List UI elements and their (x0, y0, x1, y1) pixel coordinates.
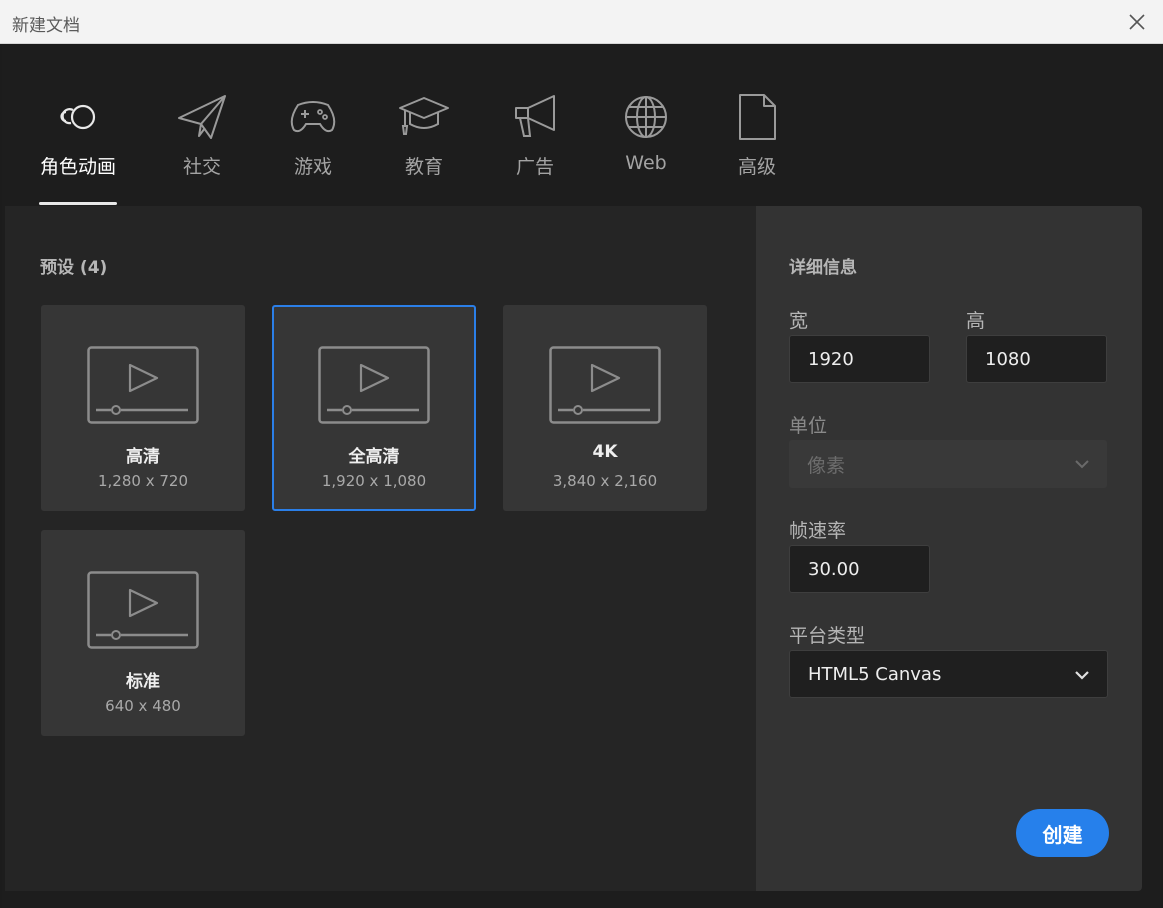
close-button[interactable] (1123, 8, 1151, 36)
width-input[interactable] (789, 335, 930, 383)
presets-panel: 预设 (4) 高清 1,280 x 720 全高清 1,920 x 1,080 (5, 206, 756, 891)
height-label: 高 (966, 310, 986, 332)
video-preset-icon (318, 346, 430, 424)
window-title: 新建文档 (12, 16, 80, 36)
tab-label: 广告 (515, 156, 554, 178)
preset-size: 1,920 x 1,080 (321, 472, 427, 490)
presets-title: 预设 (4) (40, 258, 108, 278)
preset-size: 640 x 480 (105, 697, 181, 715)
unit-value: 像素 (807, 454, 846, 477)
width-label: 宽 (789, 310, 809, 332)
tab-label: 角色动画 (39, 156, 116, 178)
chevron-down-icon (1075, 460, 1089, 469)
fps-label: 帧速率 (789, 520, 847, 542)
tab-advanced[interactable]: 高级 (707, 90, 807, 206)
unit-label: 单位 (789, 415, 828, 437)
video-preset-icon (87, 571, 199, 649)
tab-character-animation[interactable]: 角色动画 (28, 90, 128, 206)
create-button[interactable]: 创建 (1016, 809, 1109, 857)
tab-social[interactable]: 社交 (152, 90, 252, 206)
preset-name: 标准 (126, 672, 160, 692)
fps-input[interactable] (789, 545, 930, 593)
platform-select[interactable]: HTML5 Canvas (789, 650, 1108, 698)
video-preset-icon (87, 346, 199, 424)
character-animation-icon (51, 90, 105, 144)
tab-advertising[interactable]: 广告 (485, 90, 585, 206)
preset-name: 高清 (126, 447, 160, 467)
unit-select: 像素 (789, 440, 1107, 488)
tab-games[interactable]: 游戏 (263, 90, 363, 206)
preset-size: 1,280 x 720 (98, 472, 188, 490)
details-title: 详细信息 (789, 258, 857, 278)
platform-value: HTML5 Canvas (808, 663, 942, 685)
height-input[interactable] (966, 335, 1107, 383)
tab-label: 教育 (404, 156, 443, 178)
megaphone-icon (508, 90, 562, 144)
preset-name: 全高清 (348, 447, 400, 467)
tab-web[interactable]: Web (596, 90, 696, 206)
category-tabs: 角色动画 社交 游戏 教育 广告 Web 高级 (2, 45, 1161, 206)
video-preset-icon (549, 346, 661, 424)
paper-plane-icon (175, 90, 229, 144)
document-icon (730, 90, 784, 144)
title-bar: 新建文档 (0, 0, 1163, 44)
chevron-down-icon (1075, 671, 1089, 680)
platform-label: 平台类型 (789, 625, 866, 647)
preset-card-full-hd[interactable]: 全高清 1,920 x 1,080 (272, 305, 476, 511)
graduation-cap-icon (397, 90, 451, 144)
details-panel: 详细信息 宽 高 单位 像素 帧速率 平台类型 HTML5 Canvas 创建 (756, 206, 1142, 891)
preset-card-hd[interactable]: 高清 1,280 x 720 (41, 305, 245, 511)
preset-card-standard[interactable]: 标准 640 x 480 (41, 530, 245, 736)
preset-name: 4K (592, 442, 618, 462)
tab-label: 高级 (737, 156, 776, 178)
tab-label: 社交 (182, 156, 221, 178)
globe-icon (619, 90, 673, 144)
gamepad-icon (286, 90, 340, 144)
preset-size: 3,840 x 2,160 (552, 472, 658, 490)
active-tab-indicator (39, 202, 117, 205)
tab-education[interactable]: 教育 (374, 90, 474, 206)
new-document-dialog: 角色动画 社交 游戏 教育 广告 Web 高级 预设 (4) 高清 1,280 … (2, 45, 1161, 908)
preset-card-4k[interactable]: 4K 3,840 x 2,160 (503, 305, 707, 511)
close-icon (1129, 14, 1145, 30)
tab-label: Web (625, 152, 667, 174)
tab-label: 游戏 (293, 156, 332, 178)
